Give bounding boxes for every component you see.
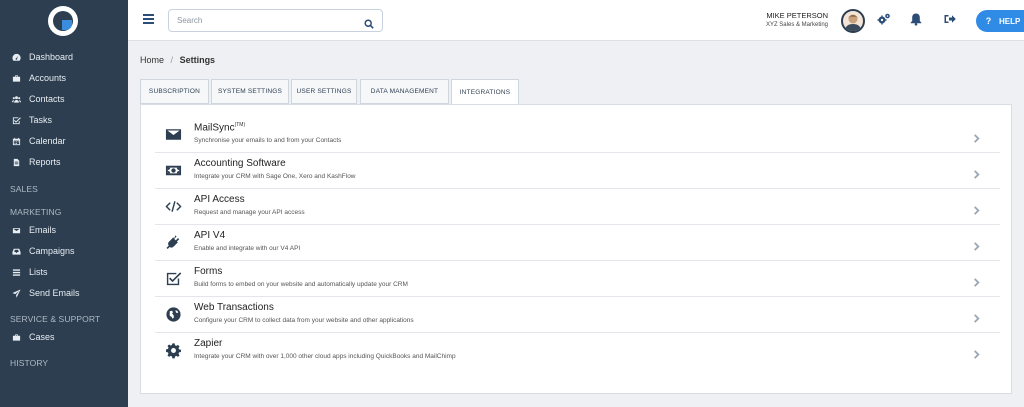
- trademark-badge: (TM): [234, 122, 246, 128]
- integration-description: Build forms to embed on your website and…: [194, 281, 408, 288]
- tab-user-settings[interactable]: USER SETTINGS: [291, 79, 357, 104]
- tab-subscription[interactable]: SUBSCRIPTION: [140, 79, 209, 104]
- search-box: [168, 9, 383, 32]
- search-icon[interactable]: [364, 16, 374, 29]
- money-icon: [165, 162, 183, 180]
- settings-gears-icon[interactable]: [877, 12, 893, 28]
- integration-title: Forms: [194, 266, 223, 277]
- tab-data-management[interactable]: DATA MANAGEMENT: [360, 79, 449, 104]
- campaign-icon: [10, 246, 22, 256]
- sidebar-item-label: Lists: [29, 267, 48, 277]
- sidebar-heading-history[interactable]: HISTORY: [10, 358, 48, 368]
- sidebar-item-lists[interactable]: Lists: [0, 262, 128, 282]
- sidebar-item-send-emails[interactable]: Send Emails: [0, 283, 128, 303]
- question-icon: ?: [985, 16, 992, 26]
- chevron-right-icon: [972, 130, 982, 143]
- menu-toggle-icon[interactable]: [143, 14, 154, 24]
- sidebar-item-label: Reports: [29, 157, 61, 167]
- integration-row-api-access[interactable]: API Access Request and manage your API a…: [155, 189, 1000, 225]
- sidebar-heading-service: SERVICE & SUPPORT: [10, 314, 101, 324]
- briefcase-icon: [10, 332, 22, 342]
- users-icon: [10, 94, 22, 104]
- integration-description: Synchronise your emails to and from your…: [194, 137, 342, 144]
- send-icon: [10, 288, 22, 298]
- reports-icon: [10, 157, 22, 167]
- sidebar-item-label: Dashboard: [29, 52, 74, 62]
- checkbox-icon: [10, 115, 22, 125]
- list-icon: [10, 267, 22, 277]
- chevron-right-icon: [972, 238, 982, 251]
- sidebar: Dashboard Accounts Contacts Tasks Calend…: [0, 0, 128, 407]
- envelope-icon: [165, 126, 183, 144]
- globe-icon: [165, 306, 183, 324]
- breadcrumb: Home / Settings: [140, 55, 215, 65]
- sidebar-item-label: Calendar: [29, 136, 66, 146]
- integration-row-web-transactions[interactable]: Web Transactions Configure your CRM to c…: [155, 297, 1000, 333]
- integration-row-api-v4[interactable]: API V4 Enable and integrate with our V4 …: [155, 225, 1000, 261]
- plug-icon: [165, 234, 183, 252]
- sidebar-item-emails[interactable]: Emails: [0, 220, 128, 240]
- chevron-right-icon: [972, 166, 982, 179]
- integrations-panel: MailSync(TM) Synchronise your emails to …: [140, 104, 1012, 394]
- help-button[interactable]: ? HELP: [976, 10, 1024, 32]
- integration-row-accounting[interactable]: Accounting Software Integrate your CRM w…: [155, 153, 1000, 189]
- sidebar-heading-marketing: MARKETING: [10, 207, 62, 217]
- integration-description: Integrate your CRM with Sage One, Xero a…: [194, 173, 356, 180]
- chevron-right-icon: [972, 274, 982, 287]
- integration-title: MailSync(TM): [194, 122, 246, 134]
- sidebar-heading-sales[interactable]: SALES: [10, 184, 38, 194]
- sidebar-item-reports[interactable]: Reports: [0, 152, 128, 172]
- sidebar-item-accounts[interactable]: Accounts: [0, 68, 128, 88]
- sidebar-item-dashboard[interactable]: Dashboard: [0, 47, 128, 67]
- avatar[interactable]: [841, 9, 865, 33]
- sidebar-item-label: Send Emails: [29, 288, 80, 298]
- sidebar-item-label: Emails: [29, 225, 57, 235]
- sidebar-item-label: Cases: [29, 332, 55, 342]
- integration-title: Web Transactions: [194, 302, 274, 313]
- integration-row-mailsync[interactable]: MailSync(TM) Synchronise your emails to …: [155, 117, 1000, 153]
- top-bar: MIKE PETERSON XYZ Sales & Marketing ? HE…: [128, 0, 1024, 41]
- sidebar-item-contacts[interactable]: Contacts: [0, 89, 128, 109]
- breadcrumb-current: Settings: [179, 55, 216, 65]
- notifications-bell-icon[interactable]: [909, 12, 925, 28]
- dashboard-icon: [10, 52, 22, 62]
- tab-system-settings[interactable]: SYSTEM SETTINGS: [211, 79, 289, 104]
- breadcrumb-separator: /: [170, 55, 174, 65]
- checkbox-icon: [165, 270, 183, 288]
- user-organization: XYZ Sales & Marketing: [765, 22, 828, 28]
- user-name[interactable]: MIKE PETERSON: [756, 11, 828, 20]
- integration-description: Configure your CRM to collect data from …: [194, 317, 414, 324]
- search-input[interactable]: [169, 10, 349, 31]
- sidebar-item-calendar[interactable]: Calendar: [0, 131, 128, 151]
- integration-title: API Access: [194, 194, 245, 205]
- tab-integrations[interactable]: INTEGRATIONS: [451, 79, 519, 105]
- chevron-right-icon: [972, 202, 982, 215]
- sidebar-item-label: Accounts: [29, 73, 67, 83]
- sidebar-item-label: Tasks: [29, 115, 53, 125]
- breadcrumb-home[interactable]: Home: [140, 55, 164, 65]
- help-label: HELP: [999, 16, 1021, 26]
- integration-row-forms[interactable]: Forms Build forms to embed on your websi…: [155, 261, 1000, 297]
- briefcase-icon: [10, 73, 22, 83]
- sidebar-item-tasks[interactable]: Tasks: [0, 110, 128, 130]
- envelope-icon: [10, 225, 22, 235]
- chevron-right-icon: [972, 346, 982, 359]
- logout-icon[interactable]: [943, 12, 959, 28]
- chevron-right-icon: [972, 310, 982, 323]
- sidebar-item-campaigns[interactable]: Campaigns: [0, 241, 128, 261]
- gear-icon: [165, 342, 183, 360]
- sidebar-item-cases[interactable]: Cases: [0, 327, 128, 347]
- integration-title: Accounting Software: [194, 158, 286, 169]
- sidebar-item-label: Campaigns: [29, 246, 75, 256]
- integration-description: Integrate your CRM with over 1,000 other…: [194, 353, 456, 360]
- integration-title: API V4: [194, 230, 226, 241]
- integration-title: Zapier: [194, 338, 223, 349]
- code-icon: [165, 198, 183, 216]
- sidebar-item-label: Contacts: [29, 94, 65, 104]
- calendar-icon: [10, 136, 22, 146]
- integration-description: Enable and integrate with our V4 API: [194, 245, 301, 252]
- integration-row-zapier[interactable]: Zapier Integrate your CRM with over 1,00…: [155, 333, 1000, 369]
- integration-description: Request and manage your API access: [194, 209, 305, 216]
- app-logo[interactable]: [48, 6, 78, 36]
